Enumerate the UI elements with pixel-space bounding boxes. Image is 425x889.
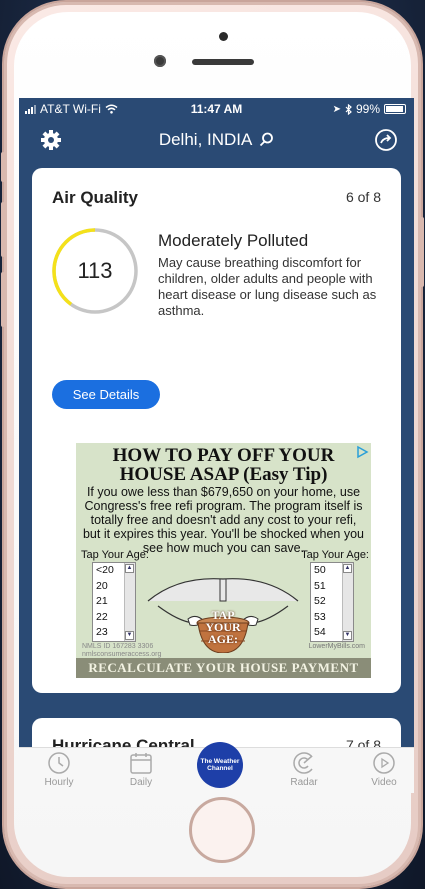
volume-up-button xyxy=(1,202,5,257)
aqi-description: May cause breathing discomfort for child… xyxy=(158,255,377,318)
tab-label: Hourly xyxy=(44,777,74,788)
ad-cta-button[interactable]: RECALCULATE YOUR HOUSE PAYMENT xyxy=(76,658,371,678)
ad-age-list-right[interactable]: 50 51 52 53 54 ▲ ▼ xyxy=(310,562,354,642)
top-bar: Delhi, INDIA xyxy=(19,122,414,158)
ad-mls-line-1: NMLS ID 167283 3306 xyxy=(82,643,154,650)
aqi-value: 113 xyxy=(77,258,113,283)
tab-video[interactable]: Video xyxy=(354,751,414,788)
tab-radar[interactable]: Radar xyxy=(274,751,334,788)
ad-age-list-left[interactable]: <20 20 21 22 23 ▲ ▼ xyxy=(92,562,136,642)
ad-scrollbar[interactable] xyxy=(342,563,353,641)
tab-hourly[interactable]: Hourly xyxy=(29,751,89,788)
status-bar: AT&T Wi-Fi 11:47 AM ➤ 99% xyxy=(19,98,414,120)
advertisement-banner[interactable]: HOW TO PAY OFF YOUR HOUSE ASAP (Easy Tip… xyxy=(76,443,371,678)
clock-icon xyxy=(48,752,70,774)
location-search[interactable]: Delhi, INDIA xyxy=(19,130,414,150)
volume-down-button xyxy=(1,272,5,327)
ad-mls-text: NMLS ID 167283 3306 nmlsconsumeraccess.o… xyxy=(82,643,161,659)
camera-icon xyxy=(219,32,228,41)
ad-headline-line-2: HOUSE ASAP (Easy Tip) xyxy=(119,464,328,485)
tab-label: Daily xyxy=(129,777,153,788)
air-quality-card: Air Quality 6 of 8 113 Moderately Pollut… xyxy=(32,168,401,693)
scroll-down-icon[interactable]: ▼ xyxy=(343,631,352,640)
radar-icon xyxy=(293,752,313,774)
battery-icon xyxy=(384,104,406,114)
ad-brand: LowerMyBills.com xyxy=(308,643,365,650)
scroll-up-icon[interactable]: ▲ xyxy=(125,564,134,573)
ad-tap-label-left: Tap Your Age: xyxy=(81,549,149,561)
earpiece-speaker xyxy=(192,59,254,65)
location-label: Delhi, INDIA xyxy=(158,130,252,149)
ad-tap-label-right: Tap Your Age: xyxy=(301,549,369,561)
tab-daily[interactable]: Daily xyxy=(111,751,171,788)
home-button[interactable] xyxy=(189,797,255,863)
front-camera-icon xyxy=(154,55,166,67)
bluetooth-icon xyxy=(345,103,352,115)
tab-label: Radar xyxy=(290,777,318,788)
play-icon xyxy=(373,752,395,774)
ad-pot-text: TAP YOUR AGE: xyxy=(205,608,241,646)
share-icon[interactable] xyxy=(374,128,398,152)
search-icon xyxy=(260,132,274,147)
card-title: Air Quality xyxy=(52,188,138,207)
weather-channel-logo[interactable]: The Weather Channel xyxy=(197,742,243,788)
scroll-down-icon[interactable]: ▼ xyxy=(125,631,134,640)
mute-switch xyxy=(1,152,5,182)
tab-label: Video xyxy=(371,777,397,788)
see-details-button[interactable]: See Details xyxy=(52,380,160,409)
location-arrow-icon: ➤ xyxy=(332,103,341,115)
ad-body-text: If you owe less than $679,650 on your ho… xyxy=(82,485,365,555)
page-indicator: 6 of 8 xyxy=(345,189,381,205)
ad-headline: HOW TO PAY OFF YOUR HOUSE ASAP (Easy Tip… xyxy=(76,446,371,484)
aqi-status: Moderately Polluted xyxy=(158,231,309,250)
battery-percent: 99% xyxy=(355,102,380,116)
app-screen: AT&T Wi-Fi 11:47 AM ➤ 99% Delhi, INDIA A… xyxy=(19,98,414,793)
ad-headline-line-1: HOW TO PAY OFF YOUR xyxy=(112,445,335,466)
scroll-up-icon[interactable]: ▲ xyxy=(343,564,352,573)
ad-scrollbar[interactable] xyxy=(124,563,135,641)
tab-bar: Hourly Daily The Weather Channel Radar V… xyxy=(19,742,414,793)
power-button xyxy=(420,217,424,287)
calendar-icon xyxy=(130,753,152,774)
